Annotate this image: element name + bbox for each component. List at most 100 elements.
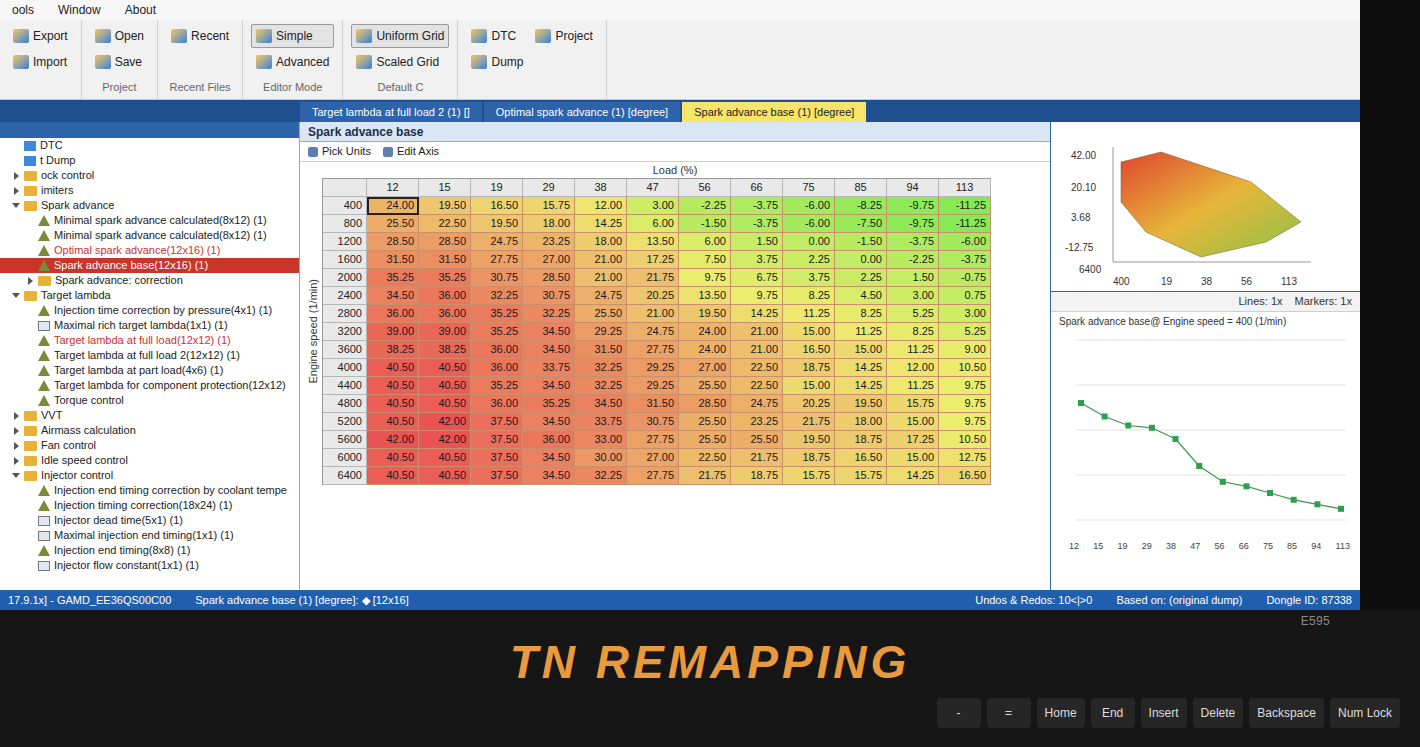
row-header[interactable]: 1200	[323, 233, 367, 251]
table-cell[interactable]: 27.75	[627, 467, 679, 485]
table-cell[interactable]: 18.00	[835, 413, 887, 431]
table-cell[interactable]: 5.25	[887, 305, 939, 323]
table-cell[interactable]: 20.25	[783, 395, 835, 413]
table-cell[interactable]: 39.00	[367, 323, 419, 341]
row-header[interactable]: 2800	[323, 305, 367, 323]
table-cell[interactable]: 14.25	[835, 359, 887, 377]
row-header[interactable]: 400	[323, 197, 367, 215]
table-cell[interactable]: 28.50	[679, 395, 731, 413]
table-cell[interactable]: -9.75	[887, 215, 939, 233]
table-cell[interactable]: -6.00	[783, 197, 835, 215]
expander-icon[interactable]	[12, 457, 20, 465]
table-cell[interactable]: -8.25	[835, 197, 887, 215]
table-cell[interactable]: 24.00	[367, 197, 419, 215]
column-header[interactable]: 29	[523, 179, 575, 197]
table-cell[interactable]: 24.00	[679, 341, 731, 359]
table-cell[interactable]: 7.50	[679, 251, 731, 269]
tree-item[interactable]: Torque control	[0, 393, 299, 408]
table-cell[interactable]: 32.25	[523, 305, 575, 323]
tree-item[interactable]: Injection timing correction(18x24) (1)	[0, 498, 299, 513]
table-cell[interactable]: 34.50	[523, 449, 575, 467]
graph-control[interactable]: Markers: 1x	[1295, 293, 1352, 310]
row-header[interactable]: 6000	[323, 449, 367, 467]
tree-item[interactable]: Spark advance	[0, 198, 299, 213]
table-cell[interactable]: 16.50	[783, 341, 835, 359]
table-cell[interactable]: 8.25	[783, 287, 835, 305]
table-cell[interactable]: 17.25	[627, 251, 679, 269]
table-cell[interactable]: 22.50	[679, 449, 731, 467]
table-cell[interactable]: 3.00	[887, 287, 939, 305]
table-cell[interactable]: 34.50	[523, 377, 575, 395]
keyboard-key[interactable]: -	[937, 698, 981, 728]
table-cell[interactable]: 15.00	[835, 341, 887, 359]
row-header[interactable]: 6400	[323, 467, 367, 485]
table-cell[interactable]: 31.50	[575, 341, 627, 359]
table-cell[interactable]: 5.25	[939, 323, 991, 341]
table-cell[interactable]: 21.75	[731, 449, 783, 467]
tree-item[interactable]: Injector control	[0, 468, 299, 483]
table-cell[interactable]: 18.75	[783, 449, 835, 467]
table-cell[interactable]: 3.00	[939, 305, 991, 323]
table-cell[interactable]: 2.25	[783, 251, 835, 269]
table-cell[interactable]: 29.25	[575, 323, 627, 341]
table-cell[interactable]: 16.50	[471, 197, 523, 215]
ribbon-button[interactable]: Uniform Grid	[351, 24, 449, 48]
expander-icon[interactable]	[12, 472, 20, 480]
table-cell[interactable]: 14.25	[835, 377, 887, 395]
ribbon-button[interactable]: Project	[530, 24, 597, 48]
row-header[interactable]: 4000	[323, 359, 367, 377]
table-cell[interactable]: 15.00	[783, 323, 835, 341]
row-header[interactable]: 1600	[323, 251, 367, 269]
tree-item[interactable]: VVT	[0, 408, 299, 423]
table-cell[interactable]: 22.50	[419, 215, 471, 233]
table-cell[interactable]: 28.50	[419, 233, 471, 251]
tree-item[interactable]: Target lambda at full load 2(12x12) (1)	[0, 348, 299, 363]
table-cell[interactable]: 36.00	[419, 287, 471, 305]
table-cell[interactable]: 14.25	[575, 215, 627, 233]
column-header[interactable]: 66	[731, 179, 783, 197]
table-cell[interactable]: 8.25	[835, 305, 887, 323]
column-header[interactable]: 75	[783, 179, 835, 197]
table-cell[interactable]: -3.75	[731, 197, 783, 215]
table-cell[interactable]: 21.00	[731, 323, 783, 341]
table-cell[interactable]: 42.00	[367, 431, 419, 449]
column-header[interactable]: 56	[679, 179, 731, 197]
expander-icon[interactable]	[12, 202, 20, 210]
table-cell[interactable]: 31.50	[367, 251, 419, 269]
table-cell[interactable]: -1.50	[835, 233, 887, 251]
table-cell[interactable]: 17.25	[887, 431, 939, 449]
table-cell[interactable]: 22.50	[731, 359, 783, 377]
ribbon-button[interactable]: Import	[8, 50, 73, 74]
document-tab[interactable]: Target lambda at full load 2 (1) []	[300, 102, 482, 122]
table-cell[interactable]: 27.00	[679, 359, 731, 377]
tree-item[interactable]: Fan control	[0, 438, 299, 453]
table-cell[interactable]: 18.75	[835, 431, 887, 449]
table-cell[interactable]: 21.00	[575, 269, 627, 287]
table-cell[interactable]: -0.75	[939, 269, 991, 287]
ribbon-button[interactable]: Export	[8, 24, 73, 48]
table-cell[interactable]: 3.00	[627, 197, 679, 215]
table-cell[interactable]: 33.75	[575, 413, 627, 431]
table-cell[interactable]: 9.00	[939, 341, 991, 359]
table-cell[interactable]: 34.50	[523, 323, 575, 341]
keyboard-key[interactable]: End	[1091, 698, 1135, 728]
tree-item[interactable]: Maximal rich target lambda(1x1) (1)	[0, 318, 299, 333]
tree-item[interactable]: Injection end timing(8x8) (1)	[0, 543, 299, 558]
table-cell[interactable]: 27.00	[523, 251, 575, 269]
table-cell[interactable]: 19.50	[471, 215, 523, 233]
row-header[interactable]: 4800	[323, 395, 367, 413]
table-cell[interactable]: 37.50	[471, 467, 523, 485]
table-cell[interactable]: 33.75	[523, 359, 575, 377]
table-cell[interactable]: 4.50	[835, 287, 887, 305]
row-header[interactable]: 2400	[323, 287, 367, 305]
ribbon-button[interactable]: Advanced	[251, 50, 334, 74]
ribbon-button[interactable]: Recent	[166, 24, 234, 48]
table-cell[interactable]: 13.50	[627, 233, 679, 251]
table-cell[interactable]: 32.25	[575, 377, 627, 395]
table-cell[interactable]: -3.75	[939, 251, 991, 269]
table-cell[interactable]: 40.50	[367, 449, 419, 467]
tree-item[interactable]: Injection time correction by pressure(4x…	[0, 303, 299, 318]
table-cell[interactable]: 30.75	[471, 269, 523, 287]
toolbar-button[interactable]: Pick Units	[308, 143, 371, 160]
table-cell[interactable]: 35.25	[523, 395, 575, 413]
